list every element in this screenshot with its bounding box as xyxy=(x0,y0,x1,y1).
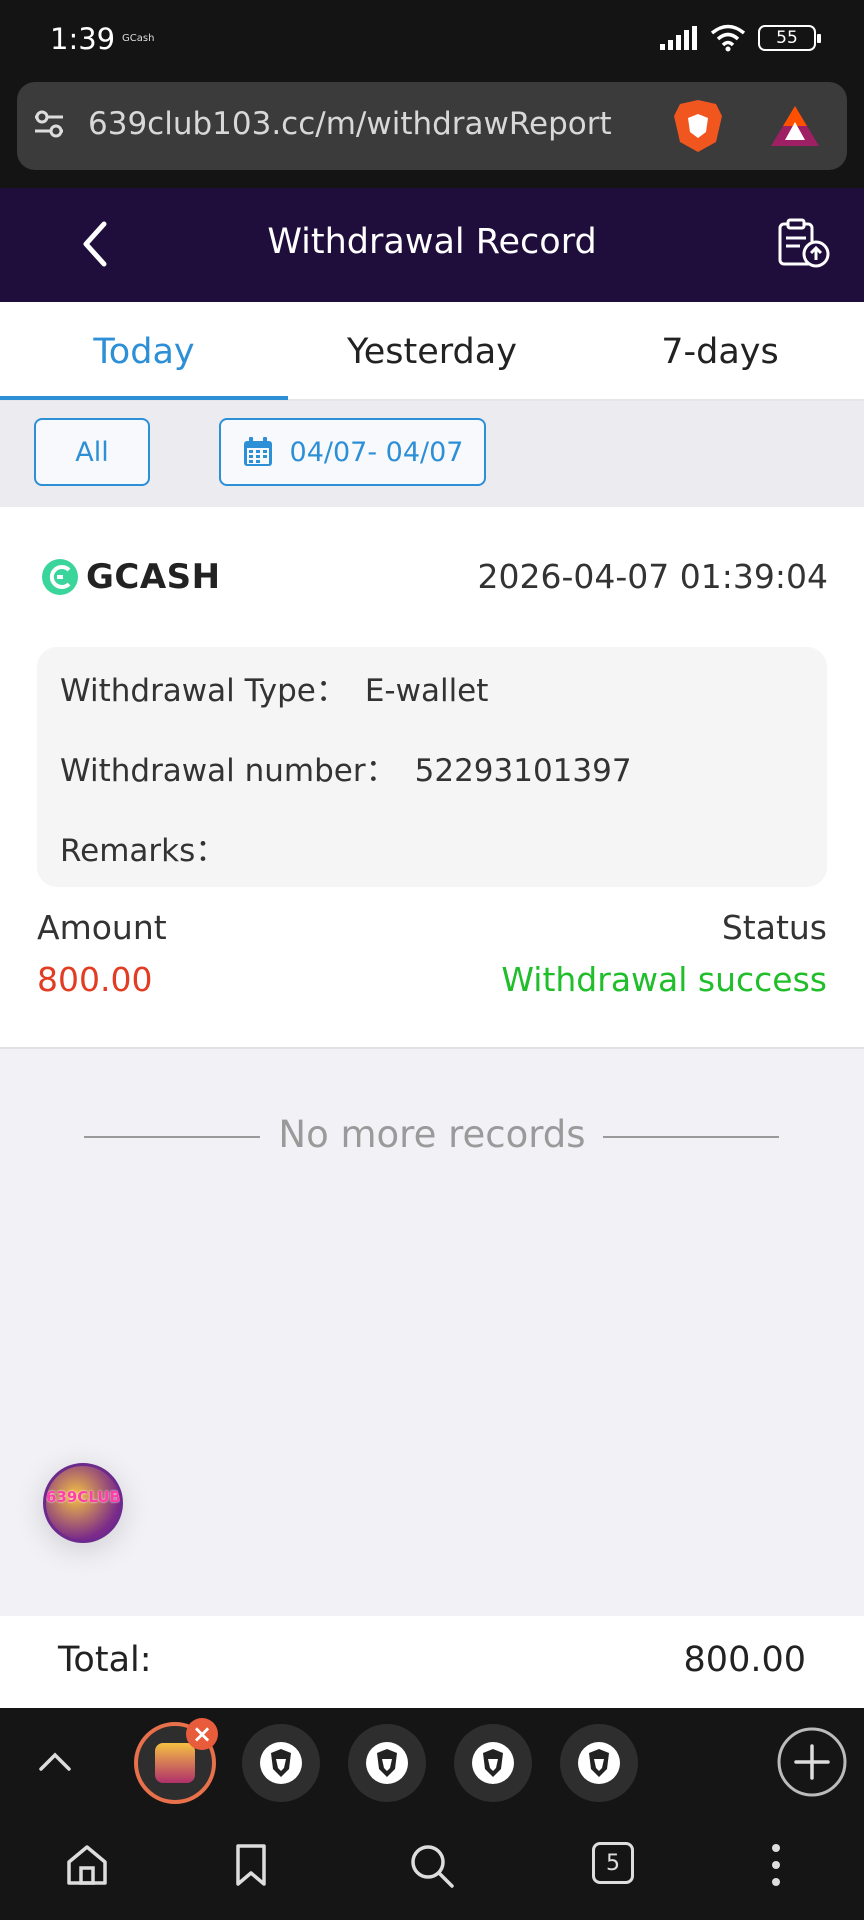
close-tab-icon[interactable]: × xyxy=(186,1718,218,1750)
new-tab-plus-icon[interactable] xyxy=(776,1726,848,1798)
report-upload-icon[interactable] xyxy=(776,218,830,270)
search-icon[interactable] xyxy=(408,1842,456,1890)
status-label: Status xyxy=(721,908,827,947)
withdrawal-type-value: E-wallet xyxy=(364,673,489,709)
filter-bar: All 04/07- 04/07 xyxy=(0,401,864,507)
club-favicon-icon xyxy=(155,1743,195,1783)
total-bar: Total: 800.00 xyxy=(0,1616,864,1708)
chevron-up-icon[interactable] xyxy=(38,1750,72,1772)
bookmark-icon[interactable] xyxy=(234,1842,268,1888)
tab-thumb-3[interactable] xyxy=(348,1724,426,1802)
record-datetime: 2026-04-07 01:39:04 xyxy=(477,557,828,596)
brave-lion-icon xyxy=(366,1742,408,1784)
withdrawal-number-value: 52293101397 xyxy=(414,753,632,789)
date-tabs: Today Yesterday 7-days xyxy=(0,302,864,401)
no-more-records-text: No more records xyxy=(278,1113,586,1156)
total-label: Total: xyxy=(58,1640,152,1680)
brave-lion-icon xyxy=(260,1742,302,1784)
withdrawal-record-card: GCASH 2026-04-07 01:39:04 Withdrawal Typ… xyxy=(0,507,864,1049)
url-text[interactable]: 639club103.cc/m/withdrawReport xyxy=(88,106,612,142)
brave-lion-icon xyxy=(472,1742,514,1784)
withdrawal-type-label: Withdrawal Type： xyxy=(60,673,347,709)
all-filter-label: All xyxy=(75,436,109,468)
tab-thumb-5[interactable] xyxy=(560,1724,638,1802)
gcash-logo: GCASH xyxy=(40,557,221,597)
address-bar[interactable]: 639club103.cc/m/withdrawReport xyxy=(17,82,847,170)
notification-app: GCash xyxy=(122,33,155,44)
total-value: 800.00 xyxy=(683,1640,806,1680)
brave-lion-icon xyxy=(578,1742,620,1784)
tab-count: 5 xyxy=(606,1850,620,1876)
browser-toolbar: 639club103.cc/m/withdrawReport xyxy=(0,80,864,188)
home-icon[interactable] xyxy=(64,1842,110,1888)
date-range-button[interactable]: 04/07- 04/07 xyxy=(219,418,486,486)
tab-today[interactable]: Today xyxy=(0,302,288,401)
date-range-label: 04/07- 04/07 xyxy=(289,436,464,468)
browser-bottom-nav: 5 xyxy=(0,1816,864,1920)
tab-switcher-button[interactable]: 5 xyxy=(592,1842,634,1884)
battery-icon: 55 xyxy=(758,25,821,51)
provider-name: GCASH xyxy=(86,557,221,597)
status-time: 1:39 xyxy=(50,22,116,56)
page-title: Withdrawal Record xyxy=(267,222,597,262)
tab-thumb-2[interactable] xyxy=(242,1724,320,1802)
status-icons: 55 xyxy=(660,24,821,52)
status-value: Withdrawal success xyxy=(501,960,827,999)
remarks-label: Remarks： xyxy=(60,833,227,869)
battery-level: 55 xyxy=(776,28,798,48)
browser-tab-strip: × xyxy=(0,1708,864,1816)
divider-right xyxy=(603,1136,779,1138)
remarks-row: Remarks： xyxy=(60,825,244,870)
record-details: Withdrawal Type： E-wallet Withdrawal numb… xyxy=(37,647,827,887)
withdrawal-number-row: Withdrawal number： 52293101397 xyxy=(60,745,632,790)
no-more-records: No more records xyxy=(0,1105,864,1165)
more-menu-icon[interactable] xyxy=(768,1842,784,1888)
calendar-icon xyxy=(243,437,272,466)
amount-label: Amount xyxy=(37,908,167,947)
wifi-icon xyxy=(710,24,746,52)
withdrawal-type-row: Withdrawal Type： E-wallet xyxy=(60,665,488,710)
amount-value: 800.00 xyxy=(37,960,153,999)
status-bar: 1:39 GCash 55 xyxy=(0,0,864,80)
tab-7-days[interactable]: 7-days xyxy=(576,302,864,401)
brave-shields-icon[interactable] xyxy=(672,98,724,154)
site-settings-icon[interactable] xyxy=(31,106,67,142)
tab-yesterday[interactable]: Yesterday xyxy=(288,302,576,401)
gcash-icon xyxy=(42,559,78,595)
bat-rewards-icon[interactable] xyxy=(769,104,821,148)
active-tab-indicator xyxy=(0,396,288,400)
withdrawal-number-label: Withdrawal number： xyxy=(60,753,397,789)
tab-thumb-4[interactable] xyxy=(454,1724,532,1802)
floating-club-button[interactable]: 639CLUB xyxy=(43,1463,123,1543)
signal-icon xyxy=(660,26,697,50)
app-header: Withdrawal Record xyxy=(0,188,864,302)
all-filter-button[interactable]: All xyxy=(34,418,150,486)
floating-club-logo-text: 639CLUB xyxy=(46,1488,121,1506)
